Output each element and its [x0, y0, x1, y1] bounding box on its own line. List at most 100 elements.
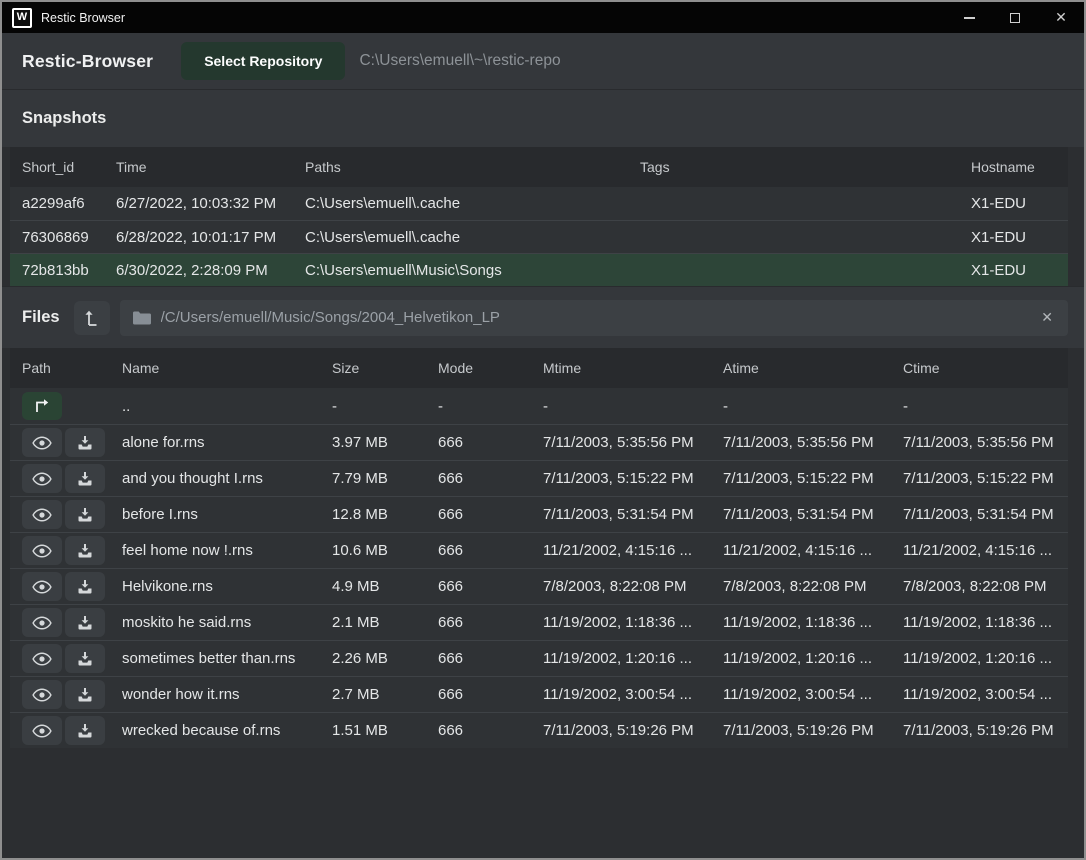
file-name: feel home now !.rns — [122, 542, 332, 559]
file-row: feel home now !.rns 10.6 MB 666 11/21/20… — [10, 532, 1068, 568]
file-name: and you thought I.rns — [122, 470, 332, 487]
file-name: .. — [122, 398, 332, 415]
file-atime: - — [723, 398, 903, 415]
file-atime: 11/19/2002, 1:20:16 ... — [723, 650, 903, 667]
file-atime: 7/11/2003, 5:15:22 PM — [723, 470, 903, 487]
file-mode: 666 — [438, 506, 543, 523]
file-ctime: 11/21/2002, 4:15:16 ... — [903, 542, 1056, 559]
enter-parent-arrow-icon — [33, 399, 51, 413]
snapshot-paths: C:\Users\emuell\.cache — [305, 229, 640, 246]
preview-file-button[interactable] — [22, 608, 62, 637]
snapshot-short-id: 76306869 — [22, 229, 116, 246]
file-mode: 666 — [438, 578, 543, 595]
preview-file-button[interactable] — [22, 680, 62, 709]
snapshots-table: Short_id Time Paths Tags Hostname a2299a… — [10, 147, 1068, 286]
snapshot-paths: C:\Users\emuell\Music\Songs — [305, 262, 640, 279]
download-icon — [77, 687, 93, 703]
folder-icon — [133, 311, 151, 325]
snapshot-hostname: X1-EDU — [971, 195, 1056, 212]
snapshot-short-id: a2299af6 — [22, 195, 116, 212]
file-atime: 11/21/2002, 4:15:16 ... — [723, 542, 903, 559]
snapshot-time: 6/30/2022, 2:28:09 PM — [116, 262, 305, 279]
file-mtime: 11/19/2002, 1:20:16 ... — [543, 650, 723, 667]
file-mtime: - — [543, 398, 723, 415]
select-repository-button[interactable]: Select Repository — [181, 42, 345, 80]
file-size: 2.7 MB — [332, 686, 438, 703]
repository-path: C:\Users\emuell\~\restic-repo — [359, 52, 560, 70]
file-size: 7.79 MB — [332, 470, 438, 487]
preview-file-button[interactable] — [22, 464, 62, 493]
snapshot-time: 6/27/2022, 10:03:32 PM — [116, 195, 305, 212]
file-ctime: 7/11/2003, 5:31:54 PM — [903, 506, 1056, 523]
file-row: Helvikone.rns 4.9 MB 666 7/8/2003, 8:22:… — [10, 568, 1068, 604]
file-row: before I.rns 12.8 MB 666 7/11/2003, 5:31… — [10, 496, 1068, 532]
file-name: alone for.rns — [122, 434, 332, 451]
file-size: 3.97 MB — [332, 434, 438, 451]
file-row: sometimes better than.rns 2.26 MB 666 11… — [10, 640, 1068, 676]
window-minimize-button[interactable] — [946, 2, 992, 33]
file-name: wrecked because of.rns — [122, 722, 332, 739]
download-icon — [77, 579, 93, 595]
file-mode: 666 — [438, 722, 543, 739]
download-icon — [77, 651, 93, 667]
restore-file-button[interactable] — [65, 428, 105, 457]
file-row: wrecked because of.rns 1.51 MB 666 7/11/… — [10, 712, 1068, 748]
download-icon — [77, 615, 93, 631]
preview-file-button[interactable] — [22, 644, 62, 673]
column-header-mode: Mode — [438, 360, 543, 376]
file-ctime: 7/11/2003, 5:35:56 PM — [903, 434, 1056, 451]
file-name: Helvikone.rns — [122, 578, 332, 595]
preview-file-button[interactable] — [22, 716, 62, 745]
restore-file-button[interactable] — [65, 572, 105, 601]
snapshot-short-id: 72b813bb — [22, 262, 116, 279]
app-name: Restic-Browser — [22, 51, 153, 72]
file-size: 4.9 MB — [332, 578, 438, 595]
file-size: 10.6 MB — [332, 542, 438, 559]
file-mode: 666 — [438, 686, 543, 703]
snapshot-row[interactable]: a2299af6 6/27/2022, 10:03:32 PM C:\Users… — [10, 187, 1068, 220]
file-row: and you thought I.rns 7.79 MB 666 7/11/2… — [10, 460, 1068, 496]
eye-icon — [32, 580, 52, 594]
file-mtime: 7/11/2003, 5:15:22 PM — [543, 470, 723, 487]
file-mtime: 11/21/2002, 4:15:16 ... — [543, 542, 723, 559]
file-mode: 666 — [438, 470, 543, 487]
column-header-paths: Paths — [305, 159, 640, 175]
column-header-mtime: Mtime — [543, 360, 723, 376]
preview-file-button[interactable] — [22, 572, 62, 601]
files-title: Files — [22, 308, 60, 327]
file-atime: 7/11/2003, 5:31:54 PM — [723, 506, 903, 523]
preview-file-button[interactable] — [22, 428, 62, 457]
titlebar: W Restic Browser ✕ — [2, 2, 1084, 33]
go-parent-directory-button[interactable] — [22, 392, 62, 420]
snapshot-row[interactable]: 76306869 6/28/2022, 10:01:17 PM C:\Users… — [10, 220, 1068, 253]
preview-file-button[interactable] — [22, 536, 62, 565]
download-icon — [77, 543, 93, 559]
file-ctime: 11/19/2002, 3:00:54 ... — [903, 686, 1056, 703]
file-row: wonder how it.rns 2.7 MB 666 11/19/2002,… — [10, 676, 1068, 712]
restore-file-button[interactable] — [65, 716, 105, 745]
restore-file-button[interactable] — [65, 680, 105, 709]
file-atime: 11/19/2002, 1:18:36 ... — [723, 614, 903, 631]
file-size: 2.26 MB — [332, 650, 438, 667]
file-mtime: 7/11/2003, 5:19:26 PM — [543, 722, 723, 739]
restore-file-button[interactable] — [65, 464, 105, 493]
clear-path-button[interactable]: ✕ — [1039, 309, 1055, 326]
window-maximize-button[interactable] — [992, 2, 1038, 33]
eye-icon — [32, 508, 52, 522]
preview-file-button[interactable] — [22, 500, 62, 529]
go-to-root-button[interactable] — [74, 301, 110, 335]
window-close-button[interactable]: ✕ — [1038, 2, 1084, 33]
restore-file-button[interactable] — [65, 500, 105, 529]
file-mtime: 11/19/2002, 3:00:54 ... — [543, 686, 723, 703]
maximize-icon — [1010, 13, 1020, 23]
restore-file-button[interactable] — [65, 608, 105, 637]
restore-file-button[interactable] — [65, 536, 105, 565]
column-header-hostname: Hostname — [971, 159, 1056, 175]
restore-file-button[interactable] — [65, 644, 105, 673]
snapshot-row-selected[interactable]: 72b813bb 6/30/2022, 2:28:09 PM C:\Users\… — [10, 253, 1068, 286]
eye-icon — [32, 652, 52, 666]
eye-icon — [32, 616, 52, 630]
column-header-ctime: Ctime — [903, 360, 1056, 376]
file-ctime: 7/11/2003, 5:19:26 PM — [903, 722, 1056, 739]
path-input[interactable] — [161, 309, 1030, 326]
